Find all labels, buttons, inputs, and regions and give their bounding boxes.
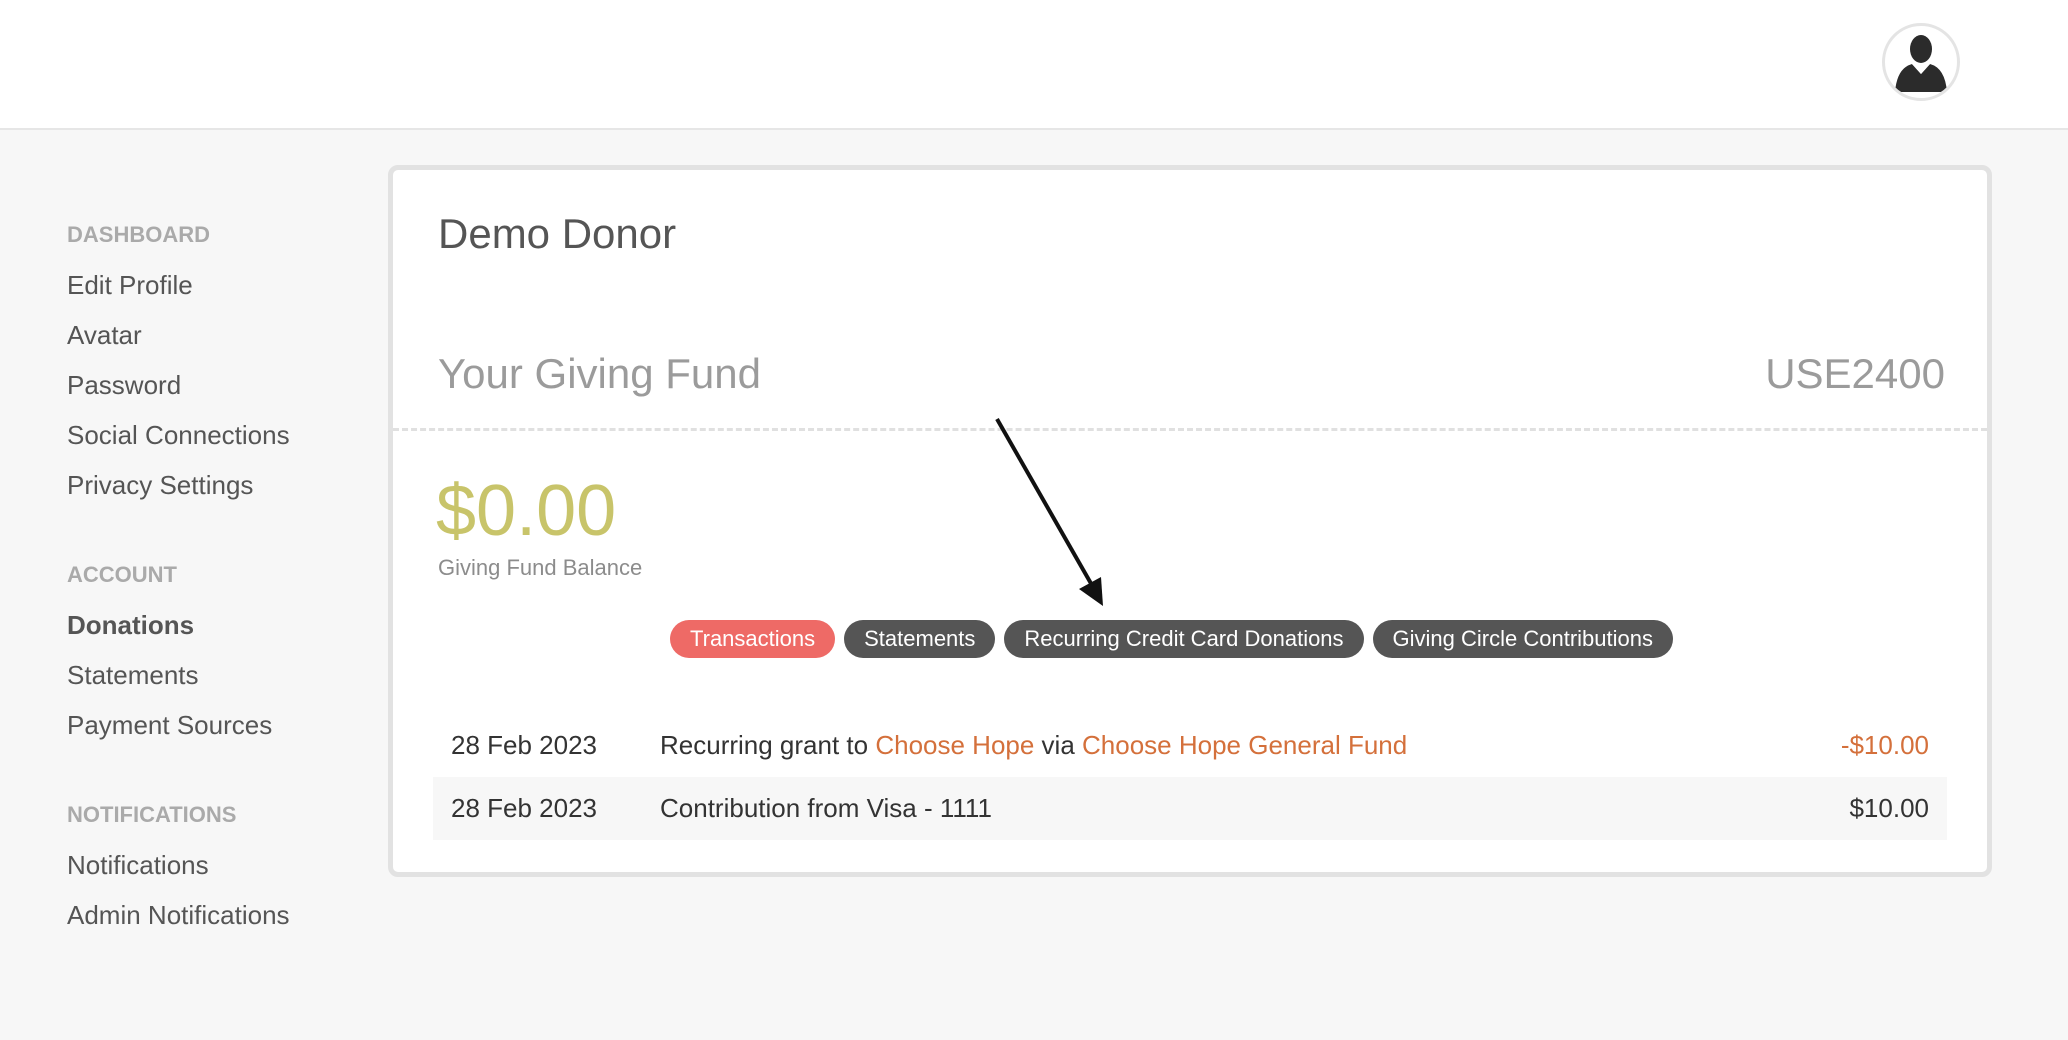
dashed-divider bbox=[393, 428, 1987, 431]
table-row: 28 Feb 2023 Recurring grant to Choose Ho… bbox=[433, 714, 1947, 777]
sidebar-item-notifications[interactable]: Notifications bbox=[67, 840, 367, 890]
giving-fund-card: Demo Donor Your Giving Fund USE2400 $0.0… bbox=[388, 165, 1992, 877]
transaction-tabs: Transactions Statements Recurring Credit… bbox=[670, 620, 1673, 658]
description-text: via bbox=[1034, 730, 1083, 760]
transaction-description: Contribution from Visa - 1111 bbox=[660, 793, 992, 823]
sidebar-item-edit-profile[interactable]: Edit Profile bbox=[67, 260, 367, 310]
transaction-amount: -$10.00 bbox=[1840, 730, 1929, 760]
sidebar-item-avatar[interactable]: Avatar bbox=[67, 310, 367, 360]
fund-link[interactable]: Choose Hope General Fund bbox=[1082, 730, 1407, 760]
transaction-date: 28 Feb 2023 bbox=[451, 793, 598, 823]
sidebar-item-password[interactable]: Password bbox=[67, 360, 367, 410]
sidebar-heading-dashboard: DASHBOARD bbox=[67, 222, 210, 247]
donor-name: Demo Donor bbox=[438, 210, 677, 257]
user-silhouette-icon bbox=[1895, 35, 1947, 92]
sidebar-item-social-connections[interactable]: Social Connections bbox=[67, 410, 367, 460]
sidebar-nav: DASHBOARD Edit Profile Avatar Password S… bbox=[67, 210, 367, 940]
tab-recurring-credit-card-donations[interactable]: Recurring Credit Card Donations bbox=[1004, 620, 1364, 658]
sidebar-item-donations[interactable]: Donations bbox=[67, 600, 367, 650]
sidebar-heading-notifications: NOTIFICATIONS bbox=[67, 802, 237, 827]
transactions-table: 28 Feb 2023 Recurring grant to Choose Ho… bbox=[433, 714, 1947, 840]
tab-giving-circle-contributions[interactable]: Giving Circle Contributions bbox=[1372, 620, 1673, 658]
tab-statements[interactable]: Statements bbox=[844, 620, 996, 658]
description-text: Recurring grant to bbox=[660, 730, 876, 760]
sidebar-item-admin-notifications[interactable]: Admin Notifications bbox=[67, 890, 367, 940]
transaction-date: 28 Feb 2023 bbox=[451, 730, 598, 760]
table-row: 28 Feb 2023 Contribution from Visa - 111… bbox=[433, 777, 1947, 840]
sidebar-item-payment-sources[interactable]: Payment Sources bbox=[67, 700, 367, 750]
fund-balance-label: Giving Fund Balance bbox=[438, 555, 643, 580]
annotation-arrow-icon bbox=[995, 418, 1103, 606]
fund-balance: $0.00 bbox=[436, 471, 617, 551]
fund-code: USE2400 bbox=[1765, 350, 1945, 397]
transaction-description: Recurring grant to Choose Hope via Choos… bbox=[660, 730, 1841, 761]
recipient-link[interactable]: Choose Hope bbox=[875, 730, 1034, 760]
top-header bbox=[0, 0, 2068, 130]
sidebar-item-privacy-settings[interactable]: Privacy Settings bbox=[67, 460, 367, 510]
user-avatar[interactable] bbox=[1882, 23, 1960, 101]
sidebar-item-statements[interactable]: Statements bbox=[67, 650, 367, 700]
fund-title: Your Giving Fund bbox=[438, 350, 761, 397]
tab-transactions[interactable]: Transactions bbox=[670, 620, 836, 658]
transaction-amount: $10.00 bbox=[1849, 793, 1929, 823]
sidebar-heading-account: ACCOUNT bbox=[67, 562, 177, 587]
